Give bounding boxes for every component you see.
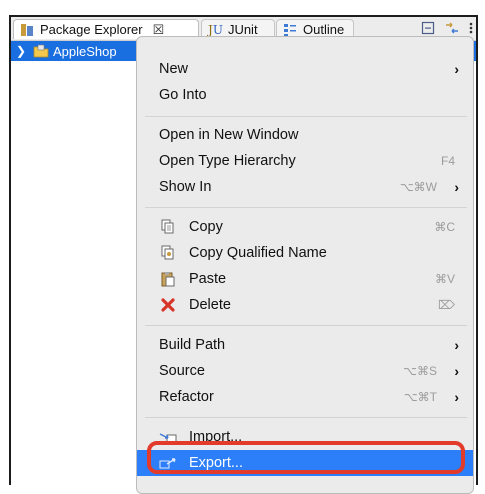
tab-label: Outline [303,22,345,37]
context-menu: New › Go Into Open in New Window Open Ty… [136,36,474,494]
menu-item-source[interactable]: Source ⌥⌘S › [137,358,473,384]
menu-item-paste[interactable]: Paste ⌘V [137,266,473,292]
menu-item-open-in-new-window[interactable]: Open in New Window [137,122,473,148]
chevron-right-icon: › [454,363,459,379]
copy-icon [159,218,177,236]
menu-item-new[interactable]: New › [137,56,473,82]
menu-item-copy[interactable]: Copy ⌘C [137,214,473,240]
menu-item-show-in[interactable]: Show In ⌥⌘W › [137,174,473,200]
view-toolbar [420,20,474,36]
shortcut: ⌘V [434,272,455,286]
shortcut: F4 [440,154,455,168]
shortcut: ⌥⌘S [403,364,437,378]
shortcut: ⌦ [438,298,455,312]
export-highlight-annotation [147,441,465,474]
link-with-editor-icon[interactable] [444,20,460,36]
shortcut: ⌘C [434,220,455,234]
tab-label: JUnit [227,22,258,37]
outline-icon [284,23,296,36]
paste-icon [159,270,177,288]
chevron-right-icon: › [454,337,459,353]
tab-label: Package Explorer [40,22,143,37]
chevron-right-icon: › [454,389,459,405]
shortcut: ⌥⌘T [403,390,437,404]
shortcut: ⌥⌘W [399,180,437,194]
package-explorer-icon [21,23,33,36]
menu-separator [145,417,467,418]
menu-item-delete[interactable]: Delete ⌦ [137,292,473,318]
delete-icon [159,296,177,314]
project-label: AppleShop [53,43,117,59]
menu-separator [145,325,467,326]
junit-icon: JU [208,22,223,37]
chevron-right-icon: › [454,179,459,195]
menu-separator [145,116,467,117]
menu-separator [145,207,467,208]
menu-item-copy-qualified-name[interactable]: Copy Qualified Name [137,240,473,266]
project-folder-icon [33,44,49,58]
collapse-all-icon[interactable] [420,20,436,36]
view-menu-icon[interactable] [468,20,474,36]
copy-qualified-name-icon [159,244,177,262]
menu-item-refactor[interactable]: Refactor ⌥⌘T › [137,384,473,410]
chevron-right-icon[interactable]: ❯ [13,44,29,58]
menu-item-open-type-hierarchy[interactable]: Open Type Hierarchy F4 [137,148,473,174]
menu-item-build-path[interactable]: Build Path › [137,332,473,358]
chevron-right-icon: › [454,61,459,77]
menu-item-go-into[interactable]: Go Into [137,82,473,108]
